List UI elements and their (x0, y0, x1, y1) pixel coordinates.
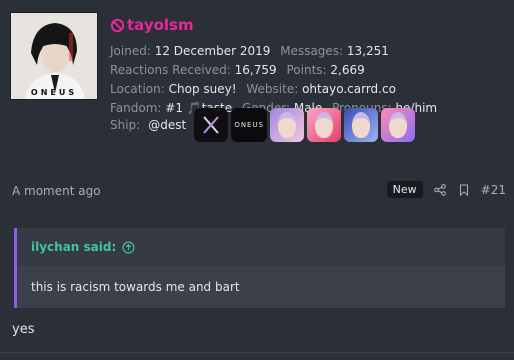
reactions-label: Reactions Received: (110, 63, 231, 77)
quote-author[interactable]: ilychan said: (31, 240, 116, 254)
avatar[interactable]: ONEUS (10, 12, 98, 100)
quote-content: this is racism towards me and bart (17, 266, 505, 308)
message-attribution: A moment ago New #21 (12, 181, 506, 201)
stats-row-2: Reactions Received: 16,759 Points: 2,669 (110, 61, 443, 80)
website-link[interactable]: ohtayo.carrd.co (302, 82, 396, 96)
member-badge-2[interactable] (307, 108, 342, 142)
arrow-up-circle-icon[interactable] (122, 241, 135, 254)
reactions-value: 16,759 (234, 63, 277, 77)
reply-text: yes (12, 322, 35, 337)
quote-block: ilychan said: this is racism towards me … (14, 228, 505, 308)
username-link[interactable]: tayolsm (110, 16, 194, 34)
ship-label: Ship: (110, 118, 141, 132)
x-badge[interactable] (194, 108, 229, 142)
ship-value: @dest (148, 118, 187, 132)
points-label: Points: (286, 63, 327, 77)
points-value: 2,669 (330, 63, 365, 77)
post-divider (0, 352, 514, 353)
location-label: Location: (110, 82, 165, 96)
bookmark-icon[interactable] (457, 183, 471, 197)
username: tayolsm (127, 16, 194, 34)
member-badge-3[interactable] (344, 108, 379, 142)
oneus-badge[interactable]: ONEUS (231, 108, 268, 142)
user-stats: Joined: 12 December 2019 Messages: 13,25… (110, 42, 443, 118)
share-icon[interactable] (433, 183, 447, 197)
avatar-caption: ONEUS (30, 88, 78, 97)
messages-label: Messages: (280, 44, 344, 58)
new-badge: New (386, 181, 423, 198)
joined-label: Joined: (110, 44, 151, 58)
x-logo-icon (203, 116, 219, 134)
member-photo-icon (278, 112, 297, 138)
post-number[interactable]: #21 (481, 183, 506, 197)
post-time[interactable]: A moment ago (12, 184, 101, 198)
user-profile: ONEUS tayolsm Joined: 12 December 2019 M… (10, 12, 510, 152)
oneus-badge-label: ONEUS (234, 121, 265, 129)
member-badge-4[interactable] (381, 108, 416, 142)
no-symbol-icon (110, 18, 125, 32)
member-photo-icon (315, 112, 334, 138)
quote-text: this is racism towards me and bart (31, 280, 240, 294)
location-value: Chop suey! (168, 82, 237, 96)
stats-row-1: Joined: 12 December 2019 Messages: 13,25… (110, 42, 443, 61)
ship-row: Ship: @dest ONEUS (110, 108, 418, 142)
member-badge-1[interactable] (270, 108, 305, 142)
stats-row-3: Location: Chop suey! Website: ohtayo.car… (110, 80, 443, 99)
website-label: Website: (246, 82, 299, 96)
post-actions: New #21 (386, 181, 506, 198)
quote-header[interactable]: ilychan said: (17, 228, 505, 266)
member-photo-icon (352, 112, 371, 138)
messages-value: 13,251 (346, 44, 389, 58)
joined-value: 12 December 2019 (154, 44, 271, 58)
member-photo-icon (389, 112, 408, 138)
